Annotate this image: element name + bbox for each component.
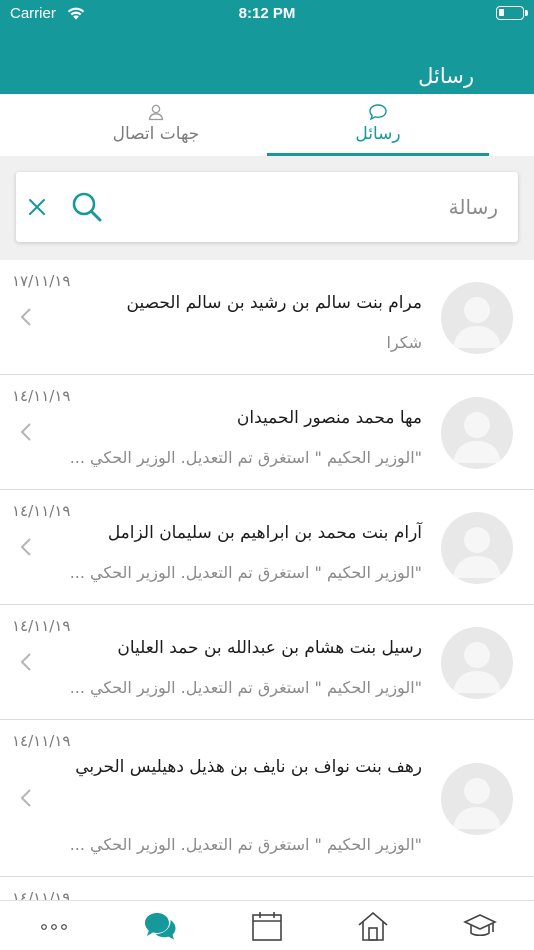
list-item[interactable]: ١٤/١١/١٩ آرام بنت محمد بن ابراهيم بن سلي… <box>0 490 534 605</box>
chevron-left-icon <box>20 653 31 671</box>
bottom-tab-bar <box>0 900 534 950</box>
tab-messages[interactable]: رسائل <box>267 94 489 156</box>
contact-name: مرام بنت سالم بن رشيد بن سالم الحصين <box>126 293 423 313</box>
avatar <box>441 512 513 584</box>
contact-name: رسيل بنت هشام بن عبدالله بن حمد العليان <box>117 638 422 658</box>
avatar <box>441 763 513 835</box>
chevron-left-icon <box>20 423 31 441</box>
list-item[interactable]: ١٤/١١/١٩ رسيل بنت هشام بن عبدالله بن حمد… <box>0 605 534 720</box>
message-list: ١٧/١١/١٩ مرام بنت سالم بن رشيد بن سالم ا… <box>0 260 534 907</box>
person-icon <box>148 104 164 121</box>
chevron-left-icon <box>20 789 31 807</box>
page-title: رسائل <box>418 64 474 88</box>
app-header: Carrier 8:12 PM رسائل <box>0 0 534 94</box>
more-icon[interactable] <box>40 923 68 931</box>
close-icon[interactable] <box>26 196 48 218</box>
message-preview: "الوزير الحكيم " استغرق تم التعديل. الوز… <box>69 448 422 467</box>
chevron-left-icon <box>20 538 31 556</box>
segment-tabs: جهات اتصال رسائل <box>0 94 534 156</box>
search-icon[interactable] <box>70 190 104 224</box>
chat-bubble-icon <box>369 104 387 121</box>
contact-name: مها محمد منصور الحميدان <box>236 408 422 428</box>
battery-icon <box>496 6 528 20</box>
chevron-left-icon <box>20 308 31 326</box>
avatar <box>441 397 513 469</box>
contact-name: رهف بنت نواف بن نايف بن هذيل دهيليس الحر… <box>75 757 422 777</box>
message-preview: "الوزير الحكيم " استغرق تم التعديل. الوز… <box>69 563 422 582</box>
search-section <box>0 156 534 260</box>
message-preview: "الوزير الحكيم " استغرق تم التعديل. الوز… <box>69 835 422 854</box>
list-item[interactable]: ١٤/١١/١٩ مها محمد منصور الحميدان "الوزير… <box>0 375 534 490</box>
status-bar: Carrier 8:12 PM <box>0 0 534 28</box>
contact-name: آرام بنت محمد بن ابراهيم بن سليمان الزام… <box>107 523 422 543</box>
avatar <box>441 282 513 354</box>
avatar <box>441 627 513 699</box>
message-preview: "الوزير الحكيم " استغرق تم التعديل. الوز… <box>69 678 422 697</box>
tab-contacts-label: جهات اتصال <box>112 124 200 144</box>
tab-messages-label: رسائل <box>355 124 401 144</box>
home-icon[interactable] <box>356 909 390 943</box>
graduation-cap-icon[interactable] <box>463 909 497 943</box>
search-bar <box>16 172 518 242</box>
tab-contacts[interactable]: جهات اتصال <box>45 94 267 156</box>
calendar-icon[interactable] <box>250 909 284 943</box>
search-input[interactable] <box>198 192 498 222</box>
clock: 8:12 PM <box>238 5 296 22</box>
chat-bubbles-icon[interactable] <box>143 909 177 943</box>
list-item[interactable]: ١٧/١١/١٩ مرام بنت سالم بن رشيد بن سالم ا… <box>0 260 534 375</box>
list-item[interactable]: ١٤/١١/١٩ رهف بنت نواف بن نايف بن هذيل ده… <box>0 720 534 877</box>
message-preview: شكرا <box>386 333 422 352</box>
